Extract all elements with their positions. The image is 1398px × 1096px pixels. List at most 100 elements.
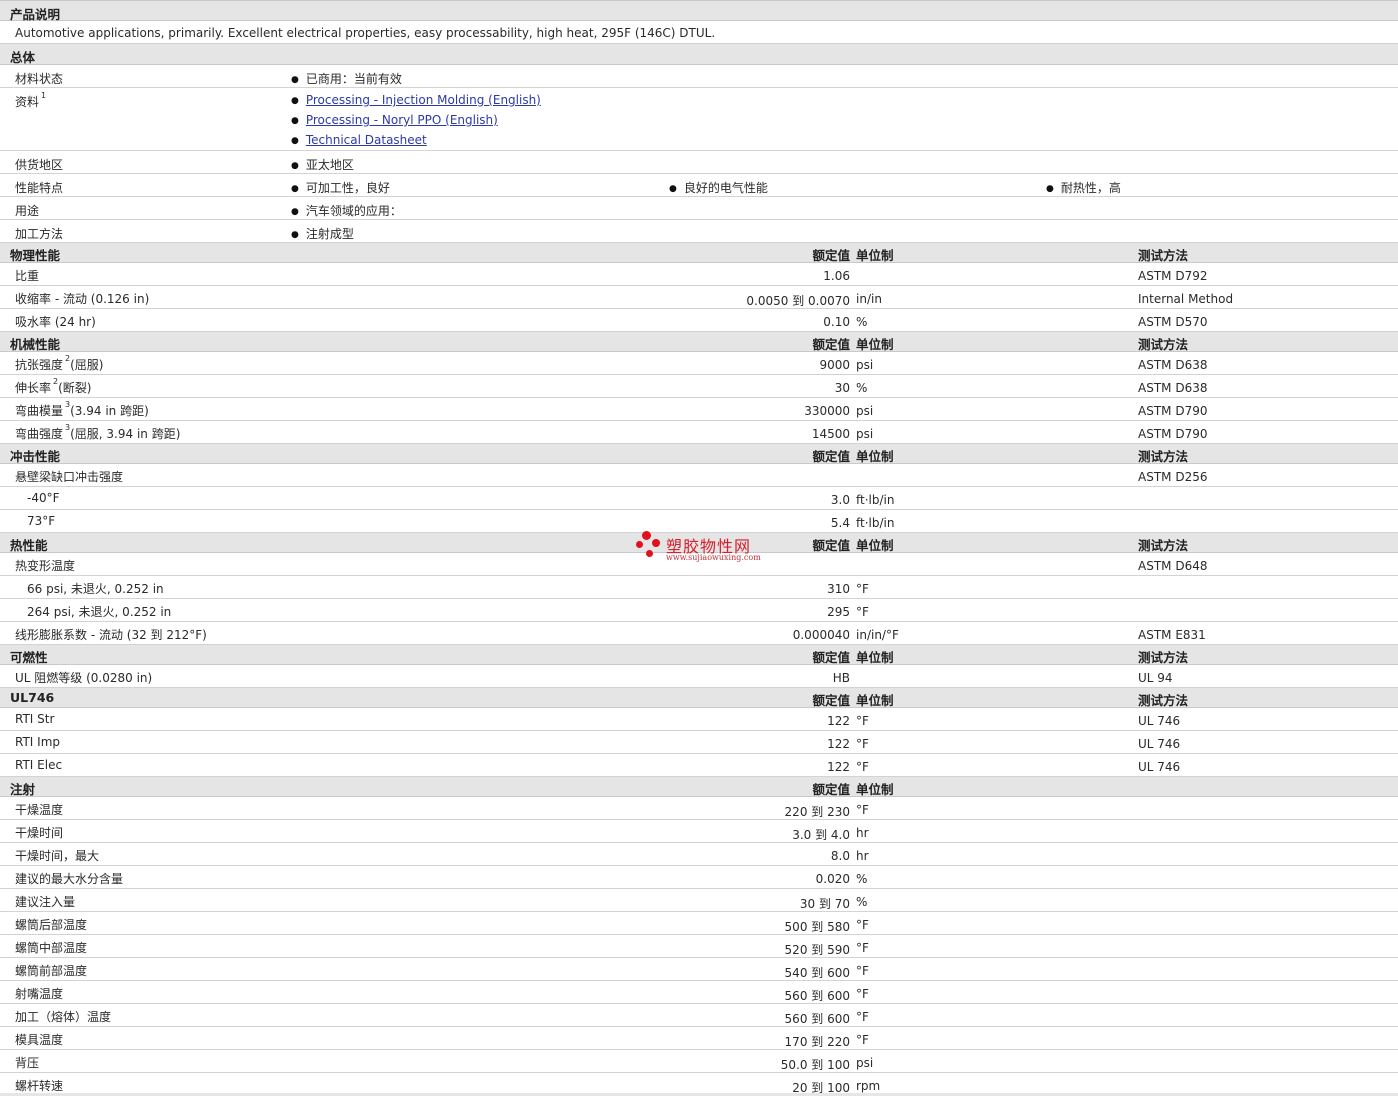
- property-label: RTI Elec: [15, 758, 63, 772]
- property-test-method: ASTM D792: [1138, 269, 1208, 283]
- technical-datasheet-link[interactable]: Technical Datasheet: [306, 133, 427, 147]
- property-unit: °F: [856, 1010, 869, 1024]
- property-value: 3.0: [830, 493, 850, 507]
- property-unit: °F: [856, 605, 869, 619]
- row-label: 资料 1: [15, 91, 47, 109]
- property-value: 122: [827, 760, 850, 774]
- property-row: 73°F 5.4 ft·lb/in: [0, 510, 1398, 533]
- property-label: 比重: [15, 269, 40, 283]
- column-header-value: 额定值: [812, 782, 850, 797]
- general-row-status: 材料状态 已商用：当前有效: [0, 65, 1398, 88]
- property-row: UL 阻燃等级 (0.0280 in) HB UL 94: [0, 665, 1398, 688]
- property-test-method: ASTM D570: [1138, 315, 1208, 329]
- column-header-value: 额定值: [812, 650, 850, 665]
- property-label: 背压: [15, 1056, 40, 1070]
- watermark-url: www.sujiaowuxing.com: [666, 553, 761, 562]
- property-row: 干燥时间，最大 8.0 hr: [0, 843, 1398, 866]
- property-label: 弯曲强度 3(屈服, 3.94 in 跨距): [15, 423, 181, 441]
- bullet-item: Technical Datasheet: [291, 133, 427, 147]
- property-unit: °F: [856, 737, 869, 751]
- property-row: 264 psi, 未退火, 0.252 in 295 °F: [0, 599, 1398, 622]
- property-label: 吸水率 (24 hr): [15, 315, 96, 329]
- general-row-documents: 资料1 Processing - Injection Molding (Engl…: [0, 88, 1398, 151]
- property-row: 射嘴温度 560 到 600 °F: [0, 981, 1398, 1004]
- property-label: -40°F: [27, 491, 60, 505]
- property-unit: ft·lb/in: [856, 516, 895, 530]
- property-row: 背压 50.0 到 100 psi: [0, 1050, 1398, 1073]
- property-label: 干燥温度: [15, 803, 64, 817]
- property-label: 螺筒中部温度: [15, 941, 88, 955]
- property-value: HB: [832, 671, 850, 685]
- property-value: 30 到 70: [799, 897, 850, 911]
- watermark-logo: 塑胶物性网 www.sujiaowuxing.com: [636, 531, 766, 567]
- property-row: 抗张强度 2(屈服) 9000 psi ASTM D638: [0, 352, 1398, 375]
- property-label: 弯曲模量 3(3.94 in 跨距): [15, 400, 149, 418]
- column-header-value: 额定值: [812, 538, 850, 553]
- property-test-method: UL 94: [1138, 671, 1173, 685]
- property-unit: ft·lb/in: [856, 493, 895, 507]
- property-row: 悬壁梁缺口冲击强度 ASTM D256: [0, 464, 1398, 487]
- bullet-item: 耐热性，高: [1046, 179, 1121, 196]
- property-value: 30: [834, 381, 850, 395]
- bullet-item: 注射成型: [291, 225, 354, 242]
- property-value: 1.06: [823, 269, 850, 283]
- property-row: 收缩率 - 流动 (0.126 in) 0.0050 到 0.0070 in/in I…: [0, 286, 1398, 309]
- logo-dot: [636, 541, 643, 548]
- column-header-value: 额定值: [812, 449, 850, 464]
- column-header-test: 测试方法: [1138, 248, 1189, 263]
- row-label: 供货地区: [15, 158, 64, 172]
- property-row: 弯曲模量 3(3.94 in 跨距) 330000 psi ASTM D790: [0, 398, 1398, 421]
- property-test-method: ASTM D648: [1138, 559, 1208, 573]
- property-label: 建议的最大水分含量: [15, 872, 124, 886]
- column-header-test: 测试方法: [1138, 337, 1189, 352]
- property-label: 伸长率 2(断裂): [15, 377, 92, 395]
- property-label: RTI Str: [15, 712, 55, 726]
- property-label: 螺筒后部温度: [15, 918, 88, 932]
- property-value: 310: [827, 582, 850, 596]
- property-unit: %: [856, 895, 868, 909]
- property-value: 220 到 230: [784, 805, 850, 819]
- bullet-item: 良好的电气性能: [669, 179, 768, 196]
- property-row: 螺筒中部温度 520 到 590 °F: [0, 935, 1398, 958]
- property-unit: psi: [856, 358, 874, 372]
- property-label: 螺杆转速: [15, 1079, 64, 1093]
- property-value: 540 到 600: [784, 966, 850, 980]
- property-test-method: ASTM D790: [1138, 427, 1208, 441]
- property-unit: in/in/°F: [856, 628, 899, 642]
- property-value: 560 到 600: [784, 1012, 850, 1026]
- property-label: 收缩率 - 流动 (0.126 in): [15, 292, 150, 306]
- description-text: Automotive applications, primarily. Exce…: [15, 26, 716, 40]
- bullet-item: 亚太地区: [291, 156, 354, 173]
- row-label: 性能特点: [15, 181, 64, 195]
- property-value: 295: [827, 605, 850, 619]
- property-row: RTI Imp 122 °F UL 746: [0, 731, 1398, 754]
- section-header-impact: 冲击性能 额定值 单位制 测试方法: [0, 444, 1398, 464]
- property-unit: psi: [856, 1056, 874, 1070]
- column-header-test: 测试方法: [1138, 650, 1189, 665]
- column-header-value: 额定值: [812, 693, 850, 708]
- property-test-method: UL 746: [1138, 760, 1181, 774]
- property-label: RTI Imp: [15, 735, 60, 749]
- general-row-region: 供货地区 亚太地区: [0, 151, 1398, 174]
- property-value: 122: [827, 714, 850, 728]
- processing-injection-link[interactable]: Processing - Injection Molding (English): [306, 93, 541, 107]
- section-title: 机械性能: [10, 337, 61, 352]
- property-row: 吸水率 (24 hr) 0.10% ASTM D570: [0, 309, 1398, 332]
- property-row: RTI Elec 122 °F UL 746: [0, 754, 1398, 777]
- property-unit: %: [856, 381, 868, 395]
- processing-noryl-link[interactable]: Processing - Noryl PPO (English): [306, 113, 498, 127]
- property-row: 弯曲强度 3(屈服, 3.94 in 跨距) 14500 psi ASTM D790: [0, 421, 1398, 444]
- section-header-injection: 注射 额定值 单位制: [0, 777, 1398, 797]
- bullet-item: 可加工性，良好: [291, 179, 390, 196]
- property-value: 50.0 到 100: [780, 1058, 850, 1072]
- logo-dot: [646, 550, 653, 557]
- property-row: 比重 1.06 ASTM D792: [0, 263, 1398, 286]
- property-sections: 物理性能 额定值 单位制 测试方法 比重 1.06 ASTM D792 收缩率 - 流动 (0…: [0, 243, 1398, 1096]
- section-title: 注射: [10, 782, 36, 797]
- property-unit: psi: [856, 427, 874, 441]
- property-label: 模具温度: [15, 1033, 64, 1047]
- section-header-flammability: 可燃性 额定值 单位制 测试方法: [0, 645, 1398, 665]
- property-value: 9000: [819, 358, 850, 372]
- section-title: 可燃性: [10, 650, 48, 665]
- property-label: 264 psi, 未退火, 0.252 in: [27, 605, 172, 619]
